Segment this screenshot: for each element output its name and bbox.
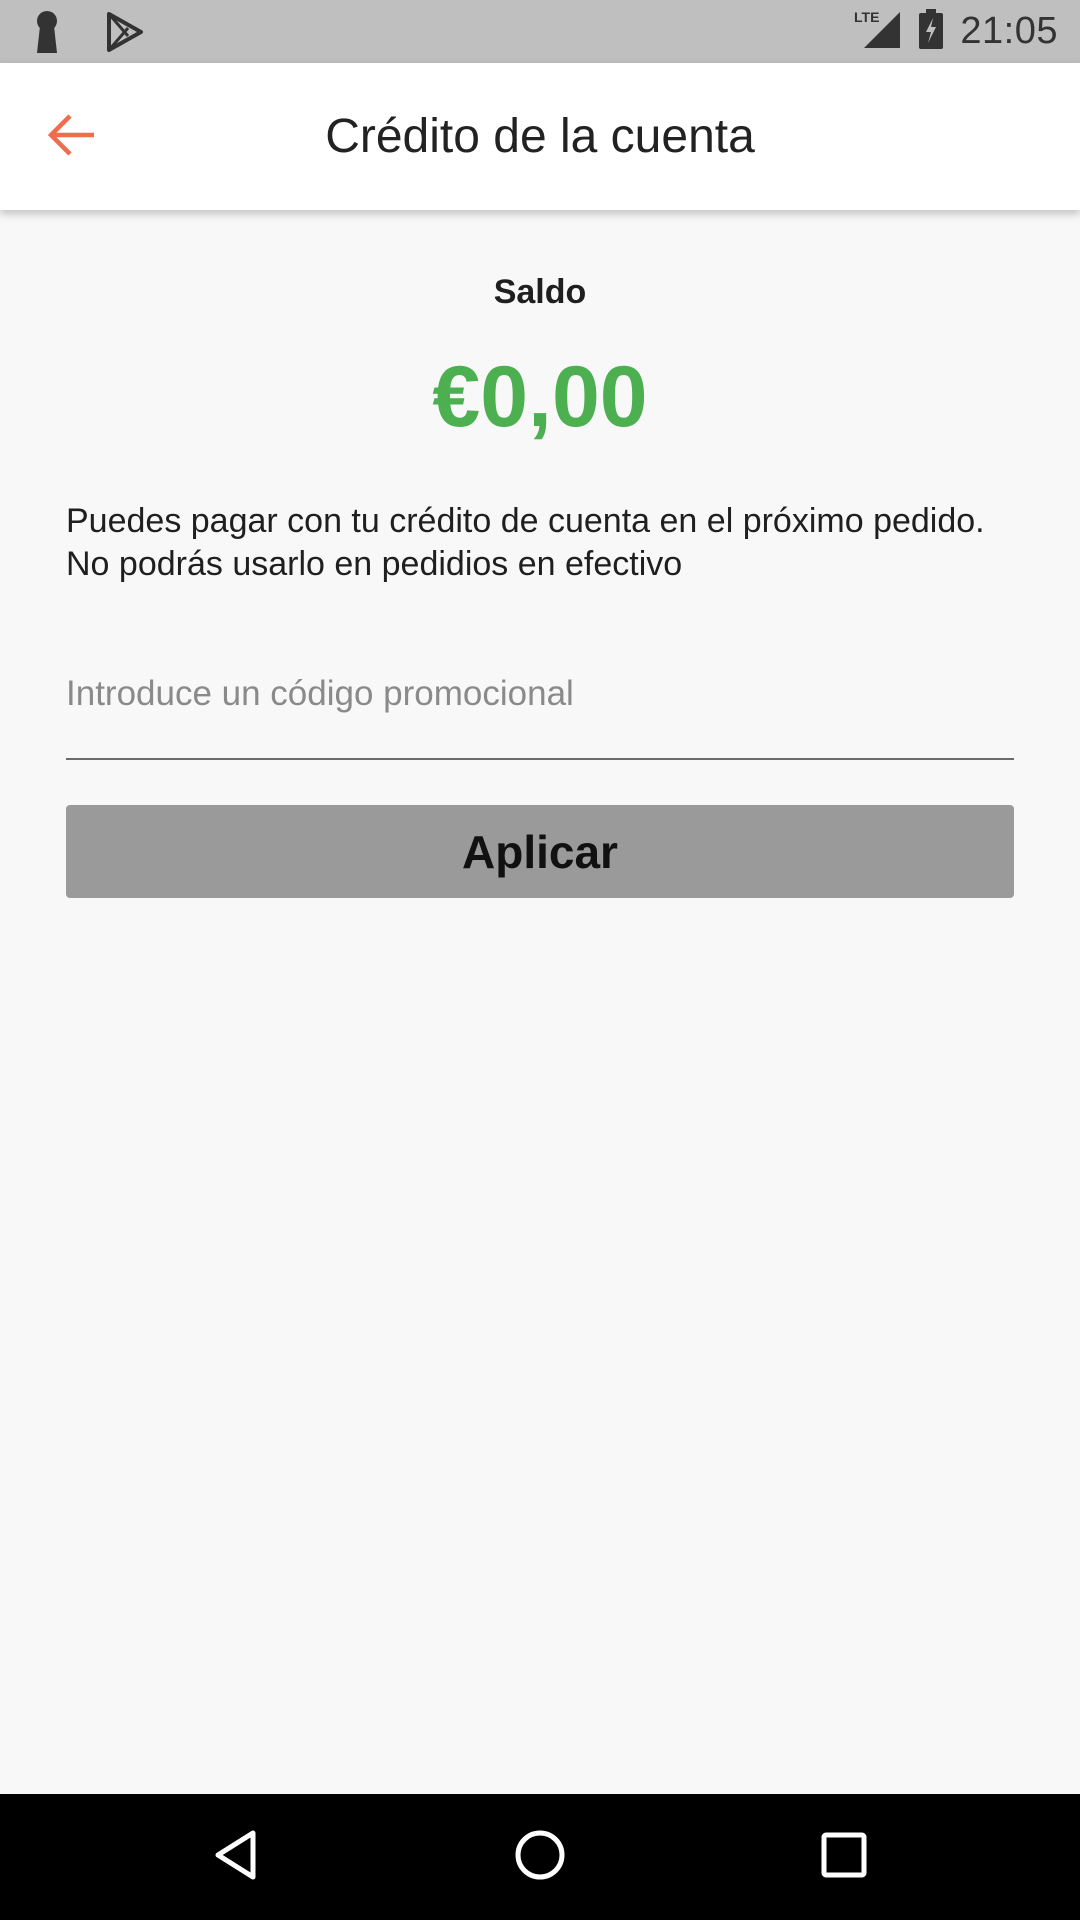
status-bar-right: LTE 21:05 xyxy=(854,8,1058,55)
lte-signal-icon: LTE xyxy=(854,8,902,55)
nav-home-button[interactable] xyxy=(510,1827,570,1887)
status-bar-left xyxy=(30,10,144,59)
status-bar: LTE 21:05 xyxy=(0,0,1080,63)
battery-charging-icon xyxy=(918,9,944,54)
nav-recents-button[interactable] xyxy=(814,1827,874,1887)
apply-button[interactable]: Aplicar xyxy=(66,805,1014,898)
arrow-back-icon xyxy=(47,113,96,162)
nav-back-button[interactable] xyxy=(205,1827,265,1887)
back-button[interactable] xyxy=(40,107,104,167)
keyhole-icon xyxy=(30,10,64,59)
recents-square-icon xyxy=(821,1832,867,1883)
svg-text:LTE: LTE xyxy=(854,9,879,25)
status-time: 21:05 xyxy=(960,10,1058,52)
promo-code-input[interactable] xyxy=(66,650,1014,760)
app-bar: Crédito de la cuenta xyxy=(0,63,1080,210)
page-title: Crédito de la cuenta xyxy=(325,110,755,163)
balance-amount: €0,00 xyxy=(432,349,648,445)
play-store-icon xyxy=(106,12,144,57)
balance-label: Saldo xyxy=(493,273,587,311)
home-circle-icon xyxy=(514,1829,566,1886)
info-text: Puedes pagar con tu crédito de cuenta en… xyxy=(66,502,985,583)
navigation-bar xyxy=(0,1794,1080,1920)
back-triangle-icon xyxy=(212,1829,258,1886)
